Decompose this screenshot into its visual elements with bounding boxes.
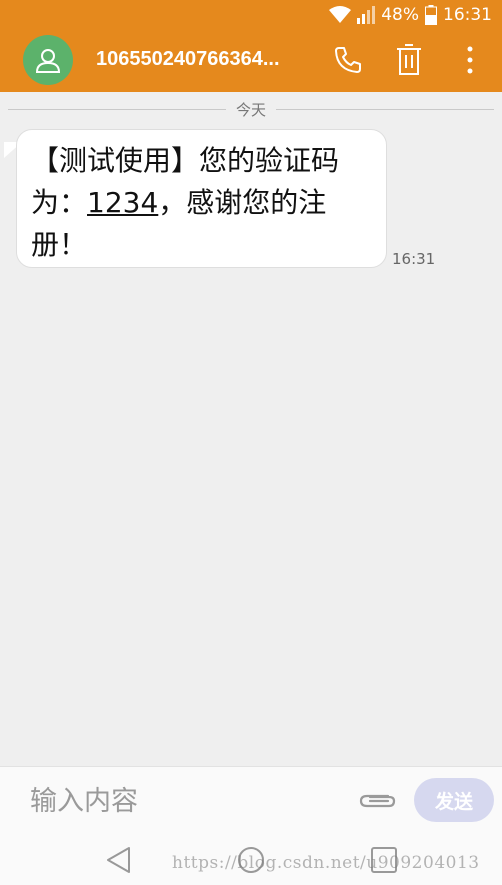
signal-icon	[357, 6, 376, 24]
divider-line	[8, 108, 226, 110]
contact-avatar-icon[interactable]	[23, 35, 73, 85]
status-time: 16:31	[443, 5, 492, 25]
message-bubble[interactable]: 【测试使用】您的验证码为：1234，感谢您的注册！	[16, 129, 387, 268]
navigation-bar: https://blog.csdn.net/u909204013	[0, 834, 502, 885]
battery-percent: 48%	[381, 5, 419, 25]
date-label: 今天	[236, 100, 267, 119]
back-icon[interactable]	[100, 842, 136, 878]
status-bar: 48% 16:31	[0, 0, 502, 30]
divider-line	[276, 108, 495, 110]
composer-bar: 发送	[0, 766, 502, 834]
app-bar: 106550240766364...	[0, 30, 502, 92]
date-divider: 今天	[8, 99, 495, 119]
paperclip-icon[interactable]	[356, 785, 398, 815]
wifi-icon	[329, 6, 352, 24]
battery-icon	[425, 5, 437, 25]
delete-icon[interactable]	[391, 42, 427, 78]
more-icon[interactable]	[452, 42, 488, 78]
watermark-text: https://blog.csdn.net/u909204013	[172, 853, 480, 873]
contact-title: 106550240766364...	[96, 48, 280, 70]
verification-code-link[interactable]: 1234	[87, 186, 158, 219]
message-input[interactable]	[30, 783, 330, 819]
phone-icon[interactable]	[330, 42, 366, 78]
send-button[interactable]: 发送	[414, 778, 494, 822]
message-time: 16:31	[392, 250, 436, 268]
